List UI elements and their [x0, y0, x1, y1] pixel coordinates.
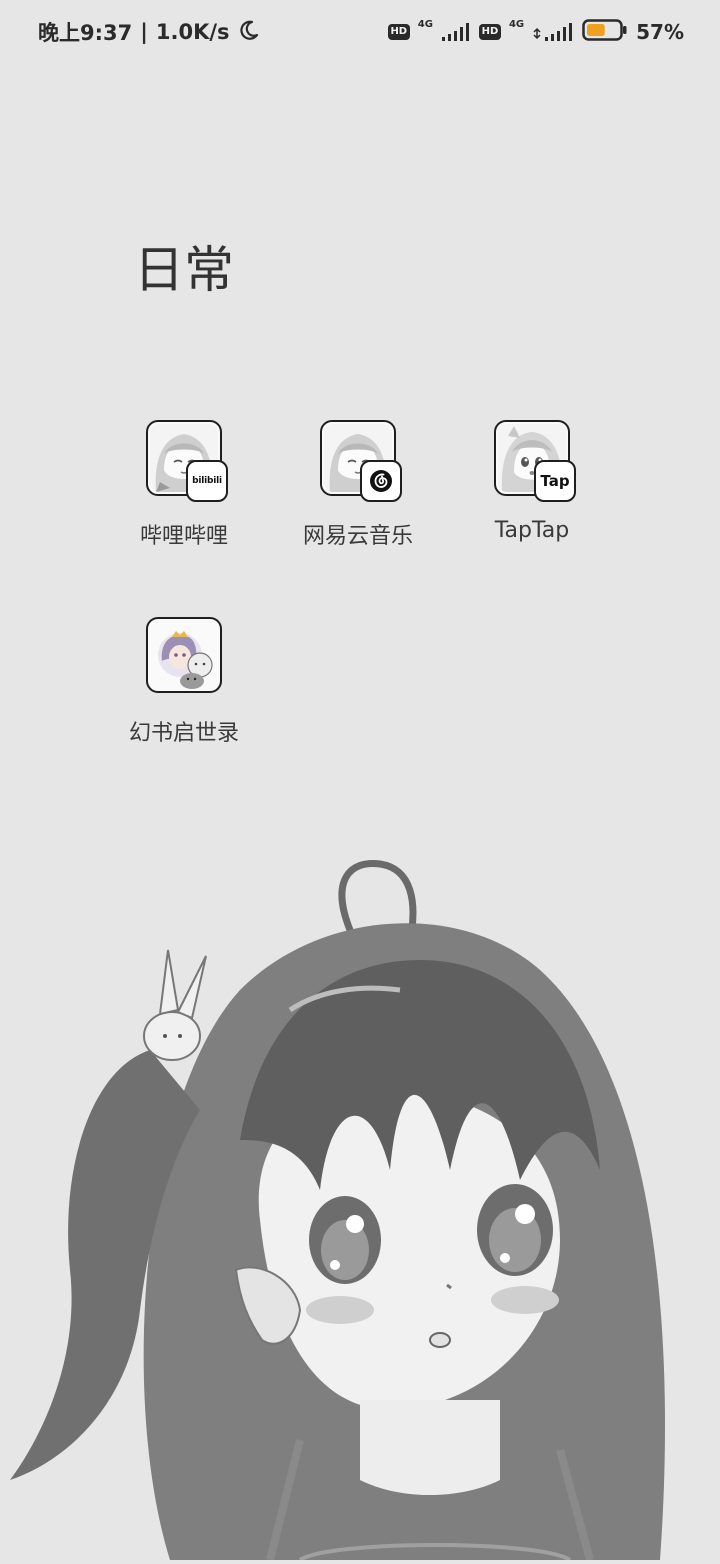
bilibili-icon[interactable]: bilibili — [146, 420, 228, 502]
network-speed: 1.0K/s — [155, 20, 230, 44]
folder-title: 日常 — [134, 241, 234, 299]
app-label-taptap[interactable]: TapTap — [462, 518, 602, 543]
status-right: HD 4G HD 4G 57% — [387, 18, 684, 46]
wallpaper-character — [0, 840, 720, 1562]
status-left: 晚上9:37 | 1.0K/s — [38, 18, 260, 46]
app-taptap[interactable]: Tap TapTap — [462, 420, 602, 543]
clock: 晚上9:37 — [38, 21, 133, 45]
battery-icon — [582, 18, 628, 46]
network-type-sim2: 4G — [508, 18, 525, 30]
app-netease-music[interactable]: 网易云音乐 — [288, 420, 428, 550]
huanshu-icon[interactable] — [146, 617, 222, 693]
netease-music-icon[interactable] — [320, 420, 402, 502]
app-huanshu[interactable]: 幻书启世录 — [114, 617, 254, 747]
app-label-netease-music[interactable]: 网易云音乐 — [288, 518, 428, 550]
app-label-huanshu[interactable]: 幻书启世录 — [114, 715, 254, 747]
moon-icon — [238, 19, 260, 46]
hd-badge-sim2: HD — [478, 24, 501, 40]
app-label-bilibili[interactable]: 哔哩哔哩 — [114, 518, 254, 550]
battery-percentage: 57% — [636, 20, 684, 44]
icon-artwork — [150, 621, 218, 689]
hd-badge-sim1: HD — [387, 24, 410, 40]
status-separator: | — [140, 20, 148, 44]
signal-icon — [532, 22, 574, 42]
taptap-icon[interactable]: Tap — [494, 420, 576, 502]
network-type-sim1: 4G — [417, 18, 433, 30]
taptap-badge: Tap — [534, 460, 576, 502]
status-bar: 晚上9:37 | 1.0K/s HD 4G HD 4G 57% — [0, 0, 720, 64]
netease-music-logo-icon — [360, 460, 402, 502]
signal-icon — [441, 22, 471, 42]
app-bilibili[interactable]: bilibili 哔哩哔哩 — [114, 420, 254, 550]
bilibili-badge: bilibili — [186, 460, 228, 502]
